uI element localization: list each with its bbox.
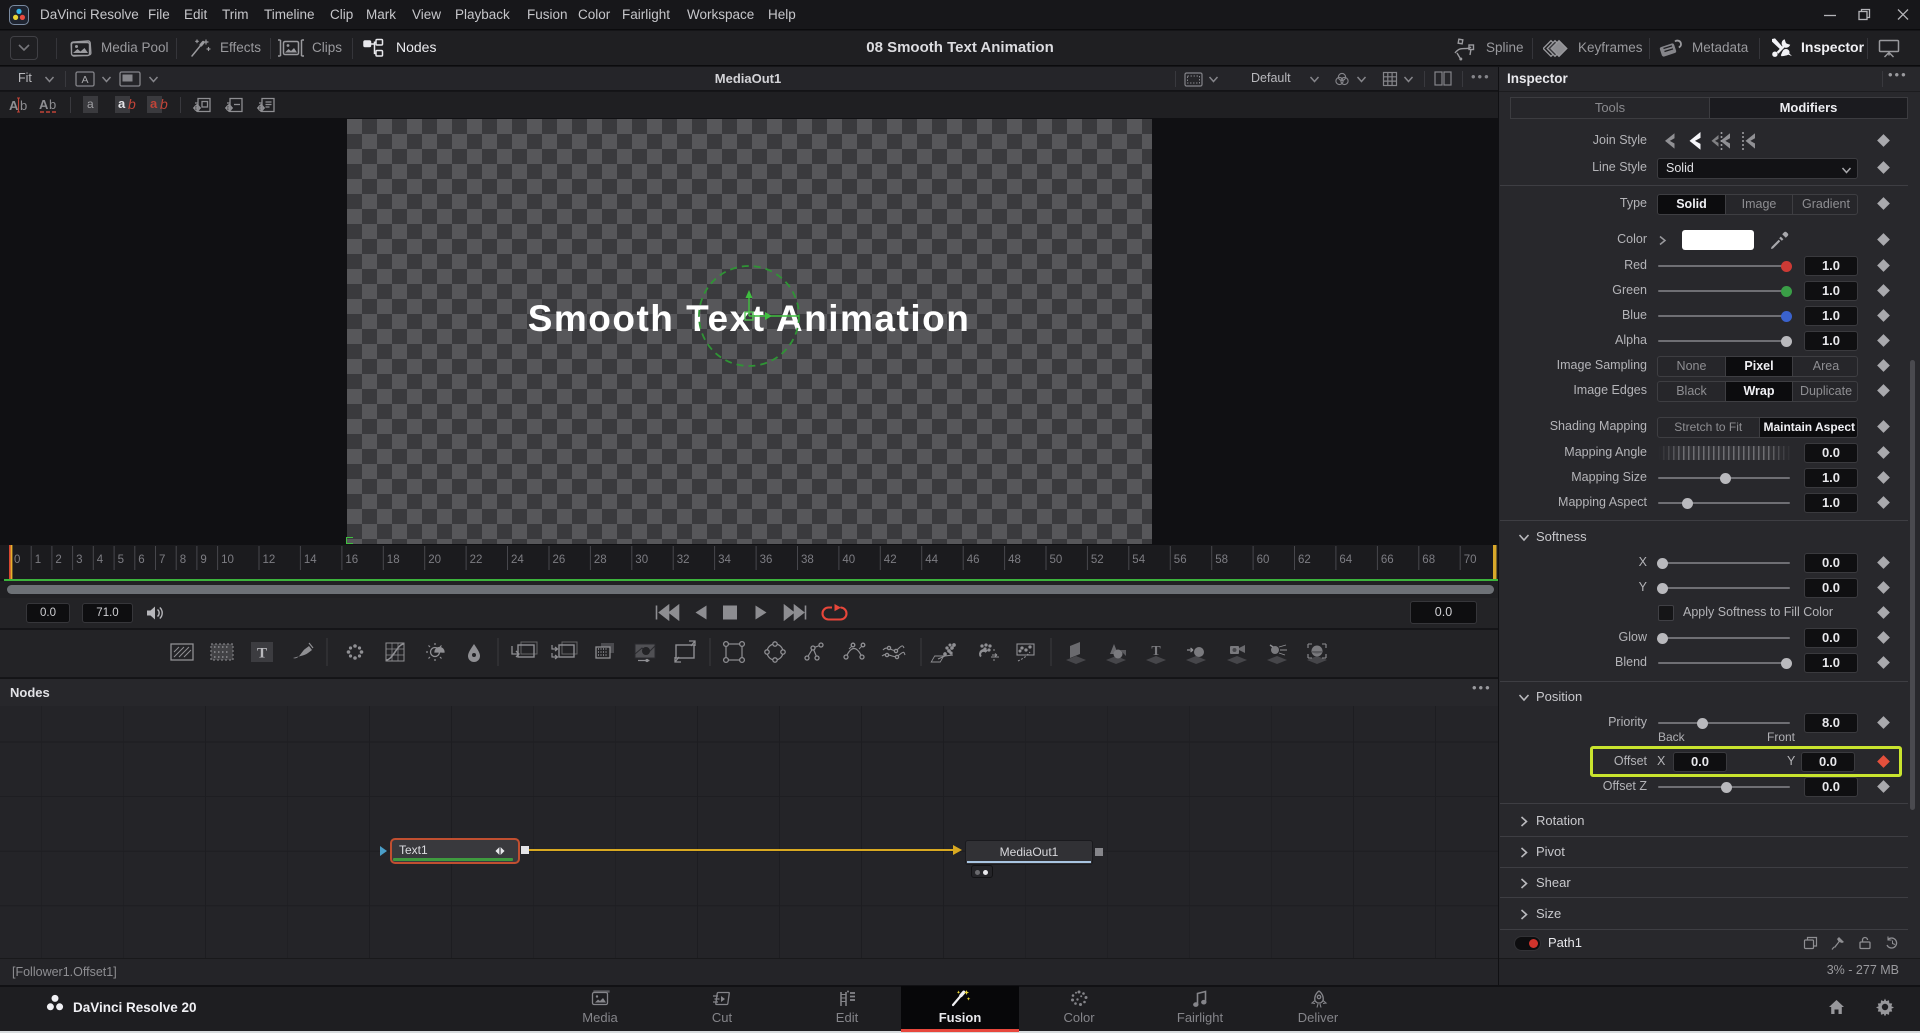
- svg-text:68: 68: [1422, 554, 1435, 566]
- svg-text:48: 48: [1008, 554, 1021, 566]
- svg-text:70: 70: [1464, 554, 1477, 566]
- svg-text:b: b: [20, 98, 27, 113]
- svg-text:40: 40: [842, 554, 855, 566]
- svg-text:26: 26: [553, 554, 566, 566]
- svg-text:6: 6: [138, 554, 144, 566]
- svg-text:58: 58: [1215, 554, 1228, 566]
- svg-text:50: 50: [1050, 554, 1063, 566]
- svg-text:18: 18: [387, 554, 400, 566]
- svg-text:32: 32: [677, 554, 690, 566]
- svg-text:54: 54: [1132, 554, 1145, 566]
- svg-text:7: 7: [159, 554, 165, 566]
- svg-text:34: 34: [718, 554, 731, 566]
- svg-text:9: 9: [200, 554, 206, 566]
- svg-text:46: 46: [967, 554, 980, 566]
- svg-text:3: 3: [76, 554, 82, 566]
- svg-text:2: 2: [55, 554, 61, 566]
- svg-text:T: T: [257, 646, 267, 662]
- svg-text:b: b: [49, 97, 56, 112]
- svg-text:52: 52: [1091, 554, 1104, 566]
- svg-text:62: 62: [1298, 554, 1311, 566]
- svg-text:12: 12: [263, 554, 276, 566]
- svg-text:0: 0: [14, 554, 20, 566]
- svg-text:66: 66: [1381, 554, 1394, 566]
- svg-text:16: 16: [345, 554, 358, 566]
- svg-text:30: 30: [635, 554, 648, 566]
- svg-text:5: 5: [118, 554, 124, 566]
- svg-text:56: 56: [1174, 554, 1187, 566]
- svg-text:24: 24: [511, 554, 524, 566]
- svg-text:1: 1: [35, 554, 41, 566]
- svg-text:60: 60: [1257, 554, 1270, 566]
- svg-text:64: 64: [1339, 554, 1352, 566]
- svg-text:10: 10: [221, 554, 234, 566]
- svg-text:A: A: [39, 97, 49, 112]
- svg-text:4: 4: [97, 554, 104, 566]
- svg-text:44: 44: [925, 554, 938, 566]
- svg-text:42: 42: [884, 554, 897, 566]
- svg-text:14: 14: [304, 554, 317, 566]
- svg-text:28: 28: [594, 554, 607, 566]
- svg-text:A: A: [81, 74, 88, 86]
- svg-text:36: 36: [760, 554, 773, 566]
- svg-text:20: 20: [428, 554, 441, 566]
- svg-text:38: 38: [801, 554, 814, 566]
- svg-text:T: T: [1151, 644, 1161, 659]
- svg-text:8: 8: [180, 554, 186, 566]
- svg-text:22: 22: [470, 554, 483, 566]
- svg-text:A: A: [9, 98, 19, 113]
